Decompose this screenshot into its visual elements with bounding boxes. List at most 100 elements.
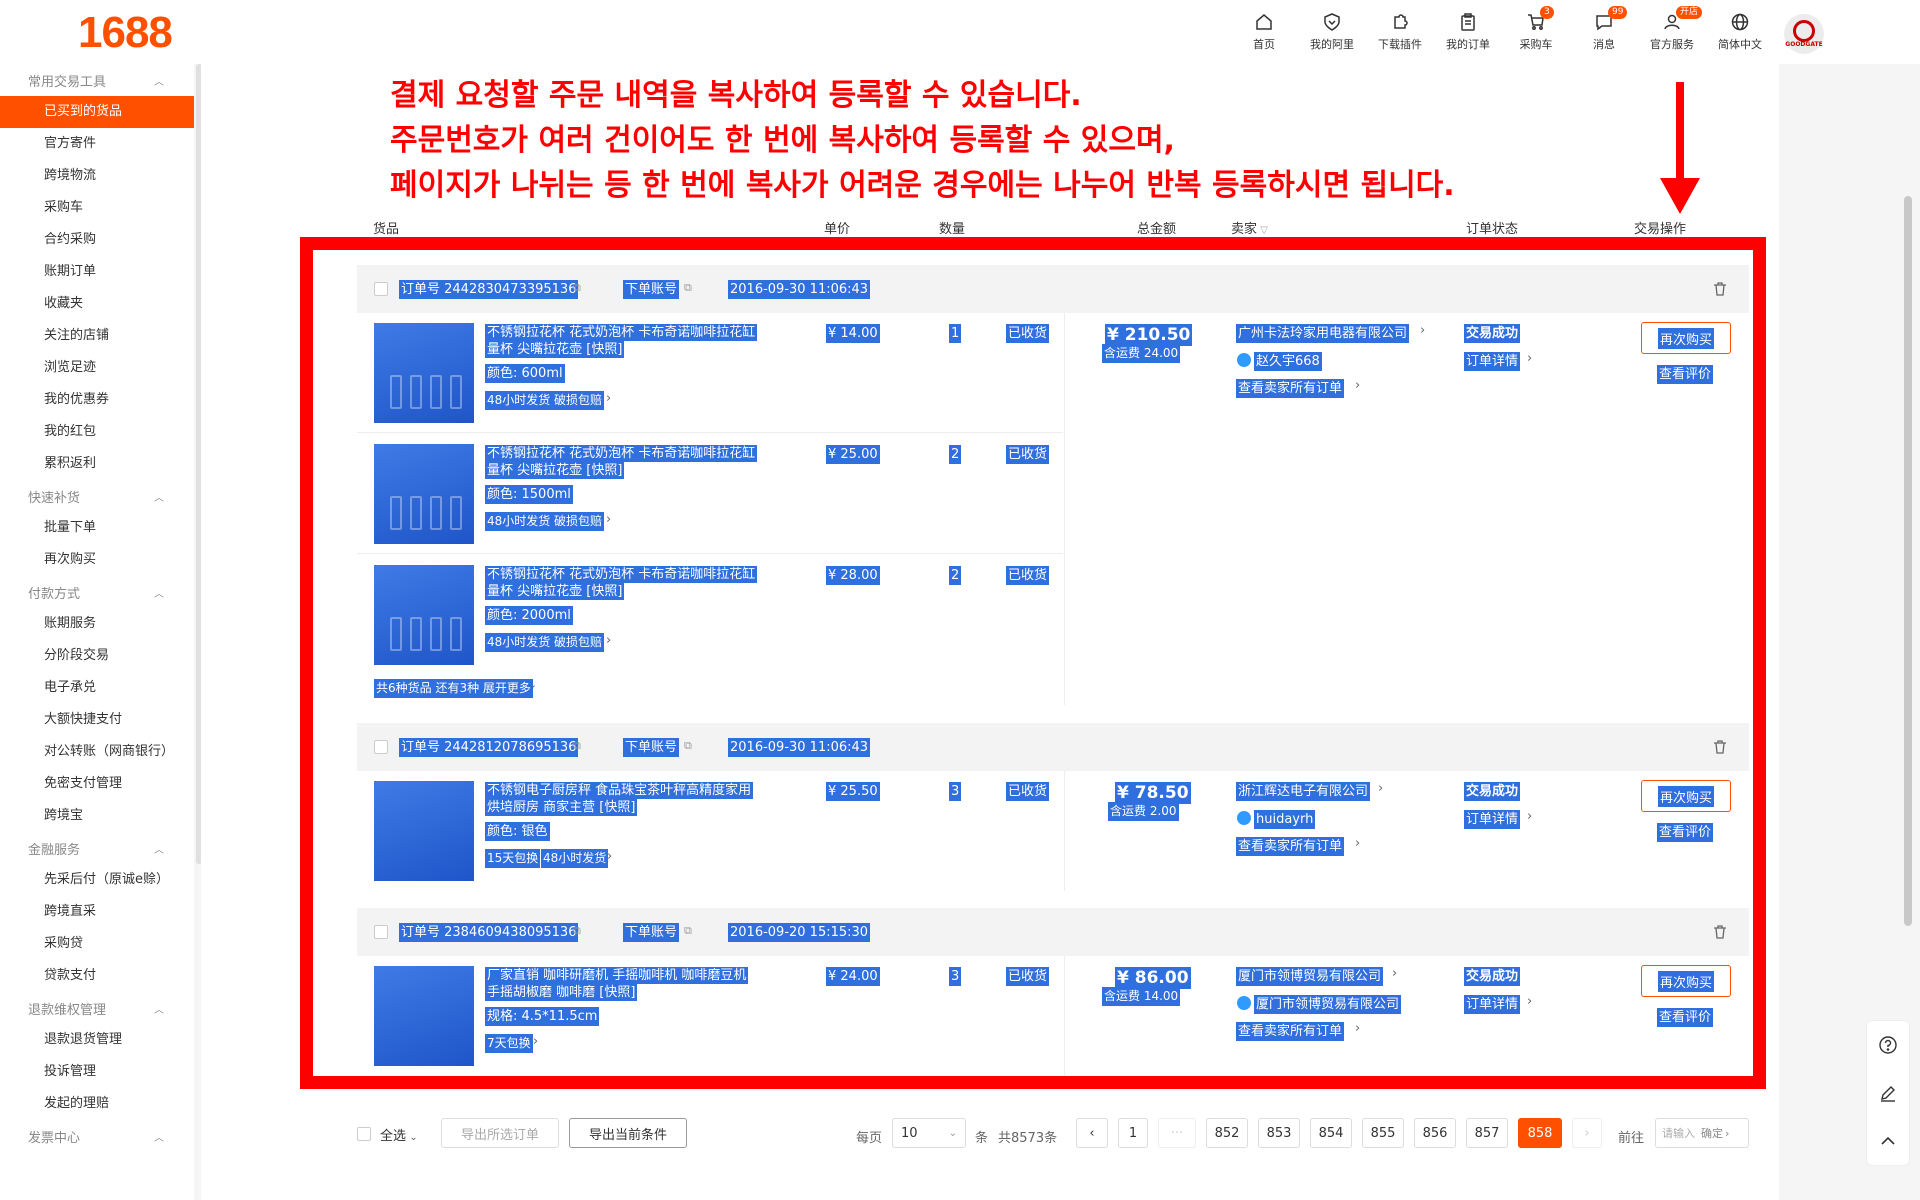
nav-download-plugin[interactable]: 下载插件 [1366, 10, 1434, 52]
rebuy-button[interactable]: 再次购买 [1641, 322, 1731, 354]
sidebar-item[interactable]: 我的优惠券 [0, 384, 194, 416]
chevron-up-icon[interactable]: ︿ [154, 489, 164, 504]
sidebar-group-header[interactable]: 发票中心 ︿ [0, 1120, 194, 1152]
delete-trash-icon[interactable] [1712, 281, 1728, 297]
per-page-select[interactable]: 10 ⌄ [892, 1118, 966, 1148]
view-review-link[interactable]: 查看评价 [1657, 1008, 1714, 1027]
chevron-right-icon[interactable]: › [1355, 836, 1360, 851]
sidebar-item[interactable]: 采购贷 [0, 928, 194, 960]
order-checkbox[interactable] [374, 925, 388, 939]
order-detail-link[interactable]: 订单详情 [1464, 810, 1521, 829]
product-thumbnail[interactable] [374, 444, 474, 544]
page-button[interactable]: 1 [1118, 1118, 1148, 1148]
select-all-checkbox[interactable] [357, 1127, 371, 1141]
sidebar-item[interactable]: 合约采购 [0, 224, 194, 256]
page-scrollbar[interactable] [1904, 196, 1912, 926]
nav-official-service[interactable]: 开店 官方服务 [1638, 6, 1706, 52]
page-button[interactable]: 857 [1466, 1118, 1508, 1148]
chevron-right-icon[interactable]: › [1527, 994, 1532, 1009]
goto-page-input[interactable]: 请输入 确定 › [1655, 1118, 1749, 1148]
nav-home[interactable]: 首页 [1230, 10, 1298, 52]
help-icon[interactable] [1878, 1035, 1898, 1055]
nav-my-orders[interactable]: 我的订单 [1434, 10, 1502, 52]
sidebar-item[interactable]: 投诉管理 [0, 1056, 194, 1088]
sidebar-item[interactable]: 贷款支付 [0, 960, 194, 992]
export-current-button[interactable]: 导出当前条件 [569, 1118, 687, 1148]
export-selected-button[interactable]: 导出所选订单 [441, 1118, 559, 1148]
view-review-link[interactable]: 查看评价 [1657, 365, 1714, 384]
sidebar-item[interactable]: 我的红包 [0, 416, 194, 448]
sidebar-item[interactable]: 关注的店铺 [0, 320, 194, 352]
chevron-up-icon[interactable]: ︿ [154, 1001, 164, 1016]
order-checkbox[interactable] [374, 282, 388, 296]
copy-icon[interactable]: ⧉ [573, 281, 581, 295]
chevron-up-icon[interactable]: ︿ [154, 73, 164, 88]
chat-icon[interactable] [1237, 996, 1251, 1010]
sidebar-group-header[interactable]: 付款方式 ︿ [0, 576, 194, 608]
sidebar-item[interactable]: 跨境直采 [0, 896, 194, 928]
next-page-button[interactable]: › [1572, 1118, 1602, 1148]
chevron-right-icon[interactable]: › [1378, 781, 1383, 796]
chevron-up-icon[interactable]: ︿ [154, 1129, 164, 1144]
sidebar-item[interactable]: 账期订单 [0, 256, 194, 288]
product-title[interactable]: 不锈钢拉花杯 花式奶泡杯 卡布奇诺咖啡拉花缸 量杯 尖嘴拉花壶 [快照] [485, 445, 785, 479]
sidebar-item[interactable]: 退款退货管理 [0, 1024, 194, 1056]
sidebar-item[interactable]: 分阶段交易 [0, 640, 194, 672]
seller-name[interactable]: 浙江辉达电子有限公司 [1236, 782, 1371, 801]
avatar[interactable]: GOODGATE [1784, 14, 1824, 54]
col-seller[interactable]: 卖家 ▽ [1231, 218, 1268, 237]
sidebar-group-header[interactable]: 退款维权管理 ︿ [0, 992, 194, 1024]
chevron-right-icon[interactable]: › [1527, 351, 1532, 366]
select-all-label[interactable]: 全选 ⌄ [380, 1125, 418, 1144]
product-thumbnail[interactable] [374, 966, 474, 1066]
copy-icon[interactable]: ⧉ [573, 739, 581, 753]
product-title[interactable]: 不锈钢拉花杯 花式奶泡杯 卡布奇诺咖啡拉花缸 量杯 尖嘴拉花壶 [快照] [485, 566, 785, 600]
rebuy-button[interactable]: 再次购买 [1641, 780, 1731, 812]
product-title[interactable]: 不锈钢电子厨房秤 食品珠宝茶叶秤高精度家用 烘培厨房 商家主营 [快照] [485, 782, 785, 816]
copy-icon[interactable]: ⧉ [684, 924, 692, 938]
sidebar-item[interactable]: 先采后付（原诚e赊） [0, 864, 194, 896]
seller-contact[interactable]: 厦门市领博贸易有限公司 [1254, 995, 1402, 1014]
sidebar-item[interactable]: 批量下单 [0, 512, 194, 544]
order-detail-link[interactable]: 订单详情 [1464, 352, 1521, 371]
chevron-right-icon[interactable]: › [606, 633, 611, 648]
page-button[interactable]: 855 [1362, 1118, 1404, 1148]
sidebar-item[interactable]: 收藏夹 [0, 288, 194, 320]
expand-more-link[interactable]: 共6种货品 还有3种 展开更多 [374, 679, 533, 698]
delete-trash-icon[interactable] [1712, 739, 1728, 755]
view-review-link[interactable]: 查看评价 [1657, 823, 1714, 842]
chevron-right-icon[interactable]: › [1355, 1021, 1360, 1036]
copy-icon[interactable]: ⧉ [684, 739, 692, 753]
sidebar-item[interactable]: 跨境物流 [0, 160, 194, 192]
copy-icon[interactable]: ⧉ [684, 281, 692, 295]
edit-icon[interactable] [1878, 1083, 1898, 1103]
chevron-up-icon[interactable]: ︿ [154, 585, 164, 600]
goto-confirm[interactable]: 确定 [1701, 1125, 1723, 1141]
sidebar-item[interactable]: 电子承兑 [0, 672, 194, 704]
sidebar-item[interactable]: 累积返利 [0, 448, 194, 480]
order-checkbox[interactable] [374, 740, 388, 754]
page-button[interactable]: 852 [1206, 1118, 1248, 1148]
sidebar-item[interactable]: 大额快捷支付 [0, 704, 194, 736]
chevron-right-icon[interactable]: › [606, 512, 611, 527]
sidebar-item[interactable]: 已买到的货品 [0, 96, 194, 128]
chevron-right-icon[interactable]: › [1392, 966, 1397, 981]
chevron-right-icon[interactable]: › [1420, 323, 1425, 338]
page-button[interactable]: 856 [1414, 1118, 1456, 1148]
product-title[interactable]: 不锈钢拉花杯 花式奶泡杯 卡布奇诺咖啡拉花缸 量杯 尖嘴拉花壶 [快照] [485, 324, 785, 358]
copy-icon[interactable]: ⧉ [573, 924, 581, 938]
product-thumbnail[interactable] [374, 323, 474, 423]
prev-page-button[interactable]: ‹ [1076, 1118, 1108, 1148]
rebuy-button[interactable]: 再次购买 [1641, 965, 1731, 997]
chevron-right-icon[interactable]: › [606, 391, 611, 406]
sidebar-group-header[interactable]: 金融服务 ︿ [0, 832, 194, 864]
page-button[interactable]: 854 [1310, 1118, 1352, 1148]
sidebar-item[interactable]: 账期服务 [0, 608, 194, 640]
chevron-right-icon[interactable]: › [533, 1034, 538, 1049]
sidebar-group-header[interactable]: 常用交易工具 ︿ [0, 64, 194, 96]
product-thumbnail[interactable] [374, 565, 474, 665]
sidebar-item[interactable]: 跨境宝 [0, 800, 194, 832]
chevron-right-icon[interactable]: › [607, 849, 612, 864]
seller-all-orders-link[interactable]: 查看卖家所有订单 [1236, 837, 1345, 856]
nav-cart[interactable]: 3 采购车 [1502, 6, 1570, 52]
